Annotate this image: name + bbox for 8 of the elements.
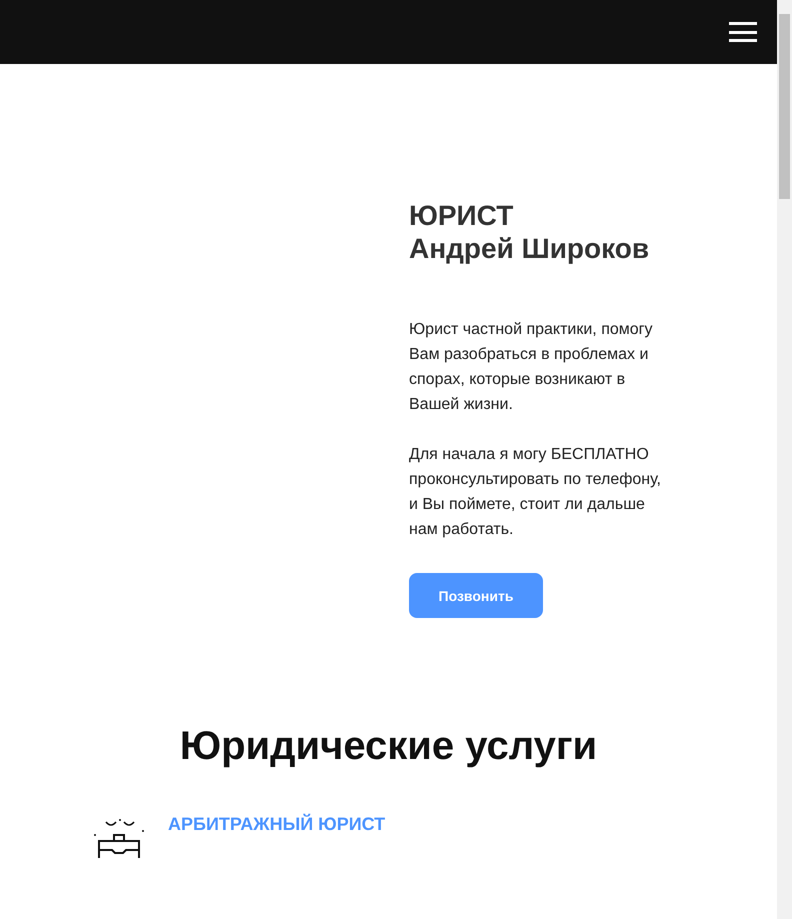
hero-paragraph: Для начала я могу БЕСПЛАТНО проконсультировать по телефону, и Вы поймете, стоит ли дальше нам работать. (409, 445, 662, 540)
section-title: Юридические услуги (178, 723, 598, 770)
hero-title: ЮРИСТ Андрей Широков (409, 199, 650, 265)
service-title[interactable]: АРБИТРАЖНЫЙ ЮРИСТ (168, 814, 386, 835)
call-button[interactable]: Позвонить (409, 573, 543, 618)
briefcase-icon (92, 818, 146, 858)
hero-paragraph: Юрист частной практики, помогу Вам разобраться в проблемах и спорах, которые возникают в Вашей жизни. (409, 320, 654, 415)
menu-icon[interactable] (729, 22, 757, 42)
